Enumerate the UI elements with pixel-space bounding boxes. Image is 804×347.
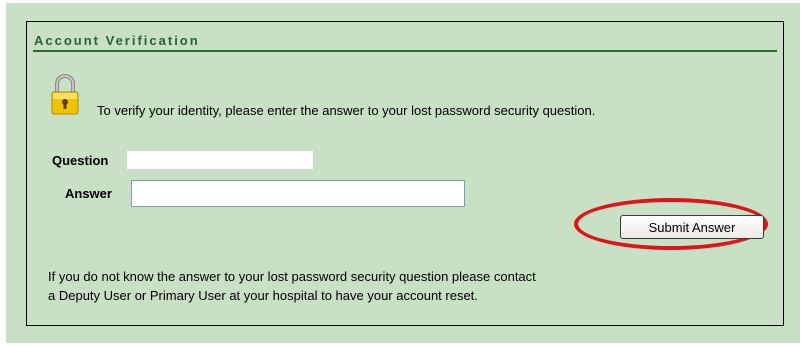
page-background: Account Verification To verify your iden… [6, 3, 800, 343]
help-text-line-1: If you do not know the answer to your lo… [48, 269, 536, 284]
help-text-line-2: a Deputy User or Primary User at your ho… [48, 288, 478, 303]
panel-title: Account Verification [34, 33, 200, 48]
submit-answer-button[interactable]: Submit Answer [620, 215, 764, 239]
help-text: If you do not know the answer to your lo… [48, 267, 536, 305]
question-value [127, 151, 313, 169]
answer-label: Answer [65, 186, 112, 201]
title-divider [33, 50, 777, 52]
instructions-text: To verify your identity, please enter th… [97, 103, 596, 118]
question-label: Question [52, 153, 109, 168]
answer-input[interactable] [131, 180, 465, 207]
padlock-icon [51, 74, 79, 115]
account-verification-panel: Account Verification To verify your iden… [26, 21, 784, 326]
